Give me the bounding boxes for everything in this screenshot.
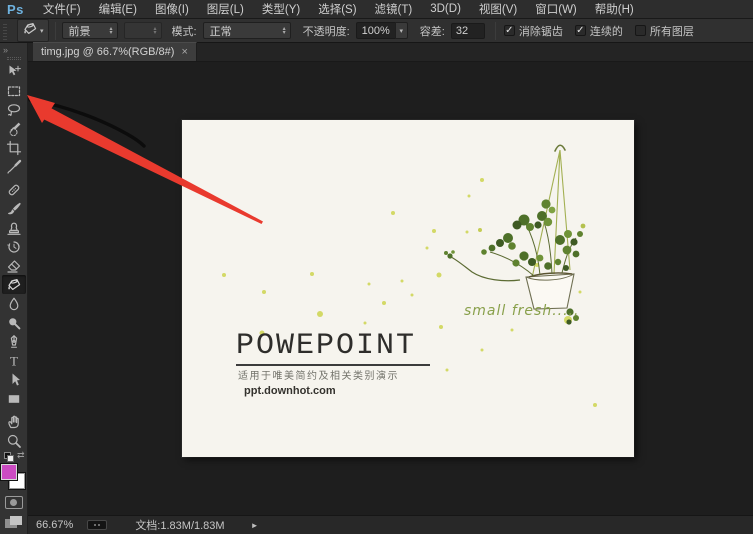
document-size-info: 文档:1.83M/1.83M <box>135 520 225 532</box>
options-checkboxes: ✓ 消除锯齿 ✓ 连续的 所有图层 <box>503 23 694 39</box>
crop-tool[interactable] <box>2 138 26 157</box>
opacity-label: 不透明度: <box>302 25 350 38</box>
checkbox-checked-icon: ✓ <box>503 24 515 36</box>
pattern-select[interactable]: ▴ ▾ <box>123 22 162 39</box>
checkbox-all-layers[interactable]: 所有图层 <box>634 23 694 39</box>
photoshop-window: Ps 文件(F) 编辑(E) 图像(I) 图层(L) 类型(Y) 选择(S) 滤镜(T) 3D… <box>0 0 753 534</box>
options-bar: ▾ 前景 ▴▾ ▴▾ 模式: 正常 ▴▾ 不透明度: 100% ▾ 容差: ✓消… <box>0 19 753 43</box>
menu-item-3d[interactable]: 3D(D) <box>421 0 470 19</box>
document-tab-title: timg.jpg @ 66.7%(RGB/8#) <box>41 46 175 58</box>
eyedropper-tool[interactable] <box>2 157 26 176</box>
checkbox-unchecked-icon <box>634 25 646 36</box>
current-tool-button[interactable]: ▾ <box>17 19 49 42</box>
zoom-level-field[interactable]: 66.67% <box>28 519 81 531</box>
checkbox-label: 所有图层 <box>649 25 694 38</box>
quick-mask-icon <box>10 499 17 506</box>
status-expand-icon[interactable]: ► <box>251 521 259 530</box>
pasteboard[interactable]: POWEPOINT 适用于唯美简约及相关类别演示 ppt.downhot.com… <box>28 62 753 515</box>
checkbox-label: 消除锯齿 <box>518 25 563 38</box>
close-icon[interactable]: × <box>181 46 187 58</box>
rectangular-marquee-tool[interactable] <box>2 81 26 100</box>
checkbox-anti-alias[interactable]: ✓ 消除锯齿 <box>503 23 563 39</box>
mode-label: 模式: <box>171 25 197 38</box>
opacity-value: 100% <box>355 22 395 39</box>
slide-title: POWEPOINT <box>236 329 417 363</box>
divider <box>54 21 56 40</box>
screen-mode-icon <box>9 516 22 525</box>
chevron-down-icon: ▾ <box>394 22 408 39</box>
divider <box>494 21 496 40</box>
quick-mask-button[interactable] <box>4 496 23 509</box>
slide-caption: small fresh..... <box>464 303 580 319</box>
history-brush-tool[interactable] <box>2 237 26 256</box>
brush-tool[interactable] <box>2 199 26 218</box>
zoom-tool[interactable] <box>2 431 26 450</box>
status-bar: 66.67% 文档:1.83M/1.83M ► <box>28 515 753 534</box>
slide-title-underline: POWEPOINT <box>236 329 431 366</box>
tool-palette: » T ⇄ <box>0 43 28 534</box>
slide-website: ppt.downhot.com <box>244 385 336 397</box>
dodge-tool[interactable] <box>2 313 26 332</box>
mode-select[interactable]: 正常 ▴ ▾ <box>202 22 291 39</box>
menu-items: 文件(F) 编辑(E) 图像(I) 图层(L) 类型(Y) 选择(S) 滤镜(T) 3D(D)… <box>34 0 643 19</box>
checkbox-contiguous[interactable]: ✓ 连续的 <box>574 23 623 39</box>
type-tool[interactable]: T <box>2 351 26 370</box>
menu-item-help[interactable]: 帮助(H) <box>586 0 643 19</box>
collapse-panel-icon[interactable]: » <box>0 43 27 57</box>
clone-stamp-tool[interactable] <box>2 218 26 237</box>
document-tab[interactable]: timg.jpg @ 66.7%(RGB/8#) × <box>33 42 197 61</box>
checkbox-label: 连续的 <box>589 25 623 38</box>
menu-item-image[interactable]: 图像(I) <box>146 0 198 19</box>
menu-item-type[interactable]: 类型(Y) <box>253 0 309 19</box>
opacity-combo[interactable]: 100% ▾ <box>355 22 408 39</box>
options-grip <box>2 21 9 40</box>
menu-bar: Ps 文件(F) 编辑(E) 图像(I) 图层(L) 类型(Y) 选择(S) 滤镜(T) 3D… <box>0 0 753 19</box>
slide-subtitle: 适用于唯美简约及相关类别演示 <box>238 371 399 382</box>
foreground-color-swatch[interactable] <box>1 464 17 480</box>
mode-value: 正常 <box>209 25 232 38</box>
hand-tool[interactable] <box>2 412 26 431</box>
paint-bucket-icon <box>22 21 38 40</box>
tolerance-input[interactable] <box>450 22 485 39</box>
rectangle-shape-tool[interactable] <box>2 389 26 408</box>
chevron-down-icon: ▾ <box>40 27 44 35</box>
swap-colors-icon[interactable]: ⇄ <box>17 450 25 461</box>
fill-source-select[interactable]: 前景 ▴ ▾ <box>61 22 118 39</box>
menu-item-filter[interactable]: 滤镜(T) <box>366 0 422 19</box>
updown-arrows-icon: ▴ ▾ <box>109 25 113 36</box>
fill-source-value: 前景 <box>68 25 91 38</box>
default-swatches-widget[interactable]: ⇄ <box>3 450 25 462</box>
menu-item-edit[interactable]: 编辑(E) <box>90 0 146 19</box>
tolerance-label: 容差: <box>419 25 445 38</box>
tools-list: T <box>1 62 26 450</box>
paint-splatter-dots <box>222 178 597 407</box>
svg-text:T: T <box>10 353 18 368</box>
eraser-tool[interactable] <box>2 256 26 275</box>
default-colors-icon <box>6 455 14 462</box>
menu-item-window[interactable]: 窗口(W) <box>526 0 586 19</box>
move-tool[interactable] <box>2 62 26 81</box>
paint-bucket-tool[interactable] <box>1 275 26 294</box>
status-menu-icon[interactable] <box>87 520 108 530</box>
document-tab-bar: timg.jpg @ 66.7%(RGB/8#) × <box>28 42 753 62</box>
spot-healing-brush-tool[interactable] <box>2 180 26 199</box>
quick-selection-tool[interactable] <box>2 119 26 138</box>
panel-grip[interactable] <box>6 57 21 60</box>
screen-mode-button[interactable] <box>4 516 23 529</box>
lasso-tool[interactable] <box>2 100 26 119</box>
blur-tool[interactable] <box>2 294 26 313</box>
path-selection-tool[interactable] <box>2 370 26 389</box>
menu-item-layer[interactable]: 图层(L) <box>198 0 253 19</box>
checkbox-checked-icon: ✓ <box>574 24 586 36</box>
updown-arrows-icon: ▴ ▾ <box>153 25 157 36</box>
document-canvas[interactable]: POWEPOINT 适用于唯美简约及相关类别演示 ppt.downhot.com… <box>182 120 634 457</box>
color-swatches <box>1 464 26 490</box>
menu-item-file[interactable]: 文件(F) <box>34 0 90 19</box>
menu-item-select[interactable]: 选择(S) <box>309 0 365 19</box>
ps-logo: Ps <box>7 1 24 17</box>
updown-arrows-icon: ▴ ▾ <box>282 25 286 36</box>
pen-tool[interactable] <box>2 332 26 351</box>
menu-item-view[interactable]: 视图(V) <box>470 0 526 19</box>
